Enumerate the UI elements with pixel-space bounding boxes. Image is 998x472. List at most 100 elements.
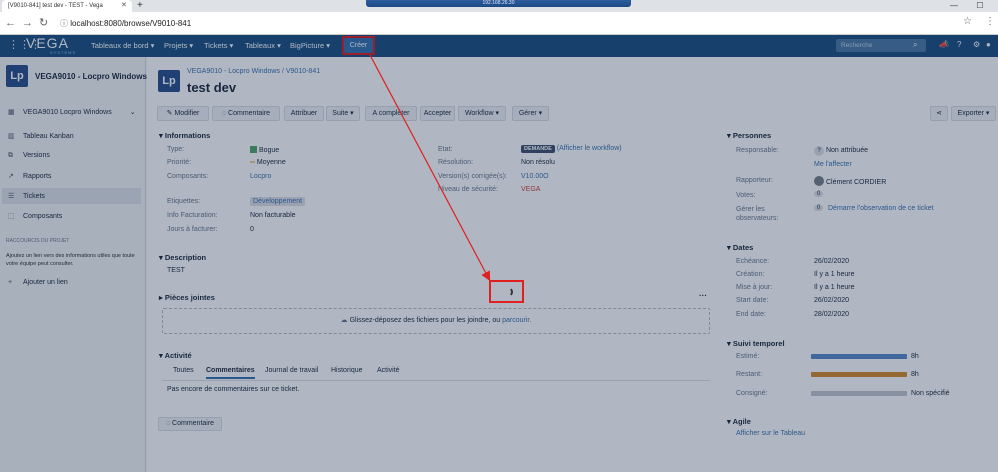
page-title[interactable]: test dev xyxy=(187,80,236,95)
add-comment-button[interactable]: ◌ Commentaire xyxy=(158,417,222,431)
logo[interactable]: VEGA xyxy=(26,36,69,50)
nav-buttons[interactable]: ←→↻ xyxy=(5,16,54,29)
shortcuts-description: Ajoutez un lien vers des informations ut… xyxy=(6,253,135,267)
url-field[interactable]: ⓘ localhost:8080/browse/V9010-841 xyxy=(60,15,990,32)
section-dates[interactable]: ▾ Dates xyxy=(727,243,753,252)
breadcrumb-issue-key[interactable]: V9010-841 xyxy=(286,68,320,75)
share-icon[interactable]: ⋖ xyxy=(930,106,948,121)
priority-label: Priorité: xyxy=(167,159,192,166)
browse-link[interactable]: parcourir. xyxy=(502,317,531,324)
kanban-icon: ▥ xyxy=(8,133,15,140)
reload-icon[interactable]: ↻ xyxy=(39,17,54,29)
project-name[interactable]: VEGA9010 - Locpro Windows xyxy=(35,72,147,81)
user-avatar[interactable]: ● xyxy=(986,40,991,49)
billing-value: Non facturable xyxy=(250,212,296,219)
view-workflow-link[interactable]: (Afficher le workflow) xyxy=(557,145,622,152)
section-people[interactable]: ▾ Personnes xyxy=(727,131,771,140)
fixversion-label: Version(s) corrigée(s): xyxy=(438,173,507,180)
tag-badge[interactable]: Développement xyxy=(250,197,306,206)
tab-close-icon[interactable]: ✕ xyxy=(121,0,127,12)
assign-button[interactable]: Attribuer xyxy=(284,106,324,121)
help-icon[interactable]: ? xyxy=(957,40,961,49)
tab-worklog[interactable]: Journal de travail xyxy=(265,367,318,374)
nav-tickets[interactable]: Tickets ▾ xyxy=(204,41,233,50)
tabs-divider xyxy=(162,380,710,381)
browser-tab[interactable]: [V9010-841] test dev - TEST - Vega xyxy=(2,0,132,12)
reporter-value: Clément CORDIER xyxy=(814,176,886,186)
to-complete-button[interactable]: A compléter xyxy=(365,106,417,121)
description-text[interactable]: TEST xyxy=(167,267,185,274)
tab-history[interactable]: Historique xyxy=(331,367,363,374)
attachment-dropzone[interactable]: ☁ Glissez-déposez des fichiers pour les … xyxy=(162,308,710,334)
tab-all[interactable]: Toutes xyxy=(173,367,194,374)
nav-projects[interactable]: Projets ▾ xyxy=(164,41,193,50)
fixversion-value[interactable]: V10.00O xyxy=(521,173,549,180)
new-tab-button[interactable]: + xyxy=(137,0,143,12)
updated-value: Il y a 1 heure xyxy=(814,284,855,291)
manage-button[interactable]: Gérer ▾ xyxy=(512,106,549,121)
bug-icon xyxy=(250,146,257,153)
settings-gear-icon[interactable]: ⚙ xyxy=(973,40,980,49)
nav-boards[interactable]: Tableaux ▾ xyxy=(245,41,281,50)
assignee-value-text: Non attribuée xyxy=(825,147,868,154)
watchers-count[interactable]: 0 xyxy=(814,205,824,211)
notifications-icon[interactable]: 📣 xyxy=(939,40,949,49)
section-time-tracking[interactable]: ▾ Suivi temporel xyxy=(727,339,785,348)
workflow-button[interactable]: Workflow ▾ xyxy=(458,106,506,121)
end-date-label: End date: xyxy=(736,311,766,318)
section-title: Activité xyxy=(164,351,192,360)
assign-to-me-link[interactable]: Me l'affecter xyxy=(814,161,852,168)
sidebar-item-tickets[interactable]: ☰ Tickets xyxy=(8,192,45,200)
versions-icon: ⧉ xyxy=(8,152,13,159)
sidebar-item-versions[interactable]: ⧉ Versions xyxy=(8,152,50,160)
more-button[interactable]: Suite ▾ xyxy=(326,106,360,121)
estimated-label: Estimé: xyxy=(736,353,760,360)
browser-menu-icon[interactable]: ⋮ xyxy=(985,16,995,27)
sidebar-item-kanban[interactable]: ▥ Tableau Kanban xyxy=(8,132,74,140)
type-value-text: Bogue xyxy=(258,147,280,154)
tab-comments[interactable]: Commentaires xyxy=(206,367,255,379)
info-icon[interactable]: ⓘ xyxy=(60,19,70,28)
components-value[interactable]: Locpro xyxy=(250,173,271,180)
security-value: VEGA xyxy=(521,186,541,193)
logo-subtitle: SYSTEMS xyxy=(50,50,77,55)
section-attachments[interactable]: ▸ Pièces jointes xyxy=(159,293,215,302)
comment-button[interactable]: ◌ Commentaire xyxy=(212,106,280,121)
nav-bigpicture[interactable]: BigPicture ▾ xyxy=(290,41,330,50)
breadcrumb: VEGA9010 - Locpro Windows / V9010-841 xyxy=(187,68,320,75)
project-avatar[interactable]: Lp xyxy=(6,65,28,87)
back-icon[interactable]: ← xyxy=(5,17,22,29)
issue-project-avatar[interactable]: Lp xyxy=(158,70,180,92)
loading-spinner-icon xyxy=(503,287,513,297)
edit-button[interactable]: ✎ Modifier xyxy=(157,106,209,121)
board-selector-label: VEGA9010 Locpro Windows xyxy=(23,109,112,116)
section-agile[interactable]: ▾ Agile xyxy=(727,417,751,426)
start-watching-link[interactable]: Démarre l'observation de ce ticket xyxy=(828,205,934,212)
nav-dashboards[interactable]: Tableaux de bord ▾ xyxy=(91,41,154,50)
empty-comments-text: Pas encore de commentaires sur ce ticket… xyxy=(167,386,300,393)
sidebar-item-components[interactable]: ⬚ Composants xyxy=(8,212,62,220)
sidebar-item-reports[interactable]: ↗ Rapports xyxy=(8,172,51,180)
votes-count[interactable]: 0 xyxy=(814,191,824,197)
sidebar-item-label: Tickets xyxy=(23,193,45,200)
search-icon[interactable]: ⌕ xyxy=(913,40,917,50)
accept-button[interactable]: Accepter xyxy=(420,106,455,121)
estimated-bar xyxy=(811,354,907,359)
section-activity[interactable]: ▾ Activité xyxy=(159,351,192,360)
created-value: Il y a 1 heure xyxy=(814,271,855,278)
section-informations[interactable]: ▾ Informations xyxy=(159,131,210,140)
board-selector[interactable]: ▦ VEGA9010 Locpro Windows ⌄ xyxy=(8,108,136,116)
view-on-board-link[interactable]: Afficher sur le Tableau xyxy=(736,430,805,437)
section-title: Agile xyxy=(732,417,751,426)
tab-activity[interactable]: Activité xyxy=(377,367,400,374)
days-value: 0 xyxy=(250,226,254,233)
export-button[interactable]: Exporter ▾ xyxy=(951,106,996,121)
section-description[interactable]: ▾ Description xyxy=(159,253,206,262)
updated-label: Mise à jour: xyxy=(736,284,773,291)
bookmark-star-icon[interactable]: ☆ xyxy=(963,16,972,27)
breadcrumb-project[interactable]: VEGA9010 - Locpro Windows xyxy=(187,68,280,75)
add-link-button[interactable]: + Ajouter un lien xyxy=(8,279,68,286)
forward-icon[interactable]: → xyxy=(22,17,39,29)
more-options-icon[interactable]: ··· xyxy=(699,291,707,300)
dropzone-text: Glissez-déposez des fichiers pour les jo… xyxy=(349,317,503,324)
